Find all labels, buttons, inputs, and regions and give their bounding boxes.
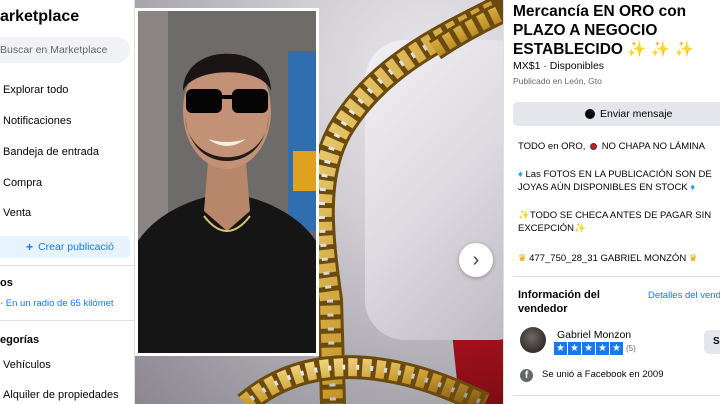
section-divider [513, 276, 720, 277]
create-listing-label: Crear publicació [38, 241, 114, 253]
rating-count: (5) [626, 344, 636, 353]
sidebar-item-buy[interactable]: Compra [0, 172, 134, 194]
crown-icon: ♛ [688, 253, 698, 264]
listing-title: Mercancía EN ORO con PLAZO A NEGOCIO EST… [513, 2, 720, 59]
description-text: Las FOTOS EN LA PUBLICACIÓN SON DE [525, 169, 712, 180]
follow-button[interactable]: Se [704, 330, 720, 354]
description-text: TODO en ORO, [518, 141, 586, 152]
sidebar-item-vehicles[interactable]: Vehículos [0, 354, 134, 376]
send-message-label: Enviar mensaje [600, 108, 673, 120]
description-line: TODO en ORO, NO CHAPA NO LÁMINA [518, 140, 720, 153]
listing-price: MX$1 · Disponibles [513, 60, 605, 72]
star-icon: ★ [568, 342, 581, 355]
sidebar-item-label: Notificaciones [3, 115, 72, 127]
seller-name[interactable]: Gabriel Monzon [557, 329, 631, 341]
section-divider [513, 395, 720, 396]
description-line: ♛ 477_750_28_31 GABRIEL MONZÓN ♛ [518, 252, 720, 265]
description-line: EXCEPCIÓN✨ [518, 222, 720, 235]
sidebar-item-inbox[interactable]: Bandeja de entrada [0, 141, 134, 163]
gem-icon: ♦ [690, 182, 696, 193]
sidebar-item-label: Compra [3, 177, 43, 189]
description-line: ✨TODO SE CHECA ANTES DE PAGAR SIN [518, 209, 720, 222]
bracelet-upper-strand [308, 0, 503, 404]
seller-joined-date: Se unió a Facebook en 2009 [542, 369, 664, 380]
person-portrait-image [138, 11, 316, 353]
search-placeholder: Buscar en Marketplace [0, 44, 108, 56]
star-icon: ★ [582, 342, 595, 355]
crown-icon: ♛ [518, 253, 527, 264]
listing-title-line: PLAZO A NEGOCIO [513, 22, 658, 39]
description-text: EXCEPCIÓN [518, 223, 574, 234]
listing-details-panel: Mercancía EN ORO con PLAZO A NEGOCIO EST… [503, 0, 720, 404]
chevron-right-icon: › [472, 248, 480, 271]
marketplace-sidebar: arketplace Buscar en Marketplace Explora… [0, 0, 135, 404]
seller-avatar[interactable] [520, 327, 546, 353]
sidebar-item-notifications[interactable]: Notificaciones [0, 110, 134, 132]
listing-title-line: Mercancía EN ORO con [513, 3, 687, 20]
description-line: ♦ Las FOTOS EN LA PUBLICACIÓN SON DE [518, 168, 720, 181]
sidebar-divider [0, 320, 134, 321]
listing-photo[interactable]: › [135, 0, 503, 404]
description-text: TODO SE CHECA ANTES DE PAGAR SIN [529, 210, 712, 221]
seller-info-heading: Información del vendedor [518, 289, 600, 315]
facebook-icon: f [520, 369, 533, 382]
sidebar-item-label: Bandeja de entrada [3, 146, 100, 158]
sidebar-title: arketplace [0, 8, 80, 25]
sidebar-item-label: Vehículos [3, 359, 51, 371]
description-line: JOYAS AÚN DISPONIBLES EN STOCK ♦ [518, 181, 720, 194]
description-text: NO CHAPA NO LÁMINA [601, 141, 705, 152]
star-icon: ★ [596, 342, 609, 355]
star-icon: ★ [554, 342, 567, 355]
sparkles-icon: ✨ [573, 223, 586, 234]
sidebar-item-label: Alquiler de propiedades [3, 389, 119, 401]
bracelet-top-strand [428, 2, 503, 60]
listing-title-line: ESTABLECIDO [513, 41, 623, 58]
red-circle-icon [590, 143, 598, 150]
sidebar-item-label: Venta [3, 207, 32, 219]
location-radius-link[interactable]: · En un radio de 65 kilómet [0, 298, 114, 309]
send-message-button[interactable]: Enviar mensaje [513, 102, 720, 126]
bracelet-lower-strand [237, 355, 490, 404]
seller-portrait-photo [135, 8, 319, 356]
sidebar-divider [0, 265, 134, 266]
listing-location: Publicado en León, Gto [513, 76, 602, 86]
next-photo-button[interactable]: › [459, 243, 493, 277]
description-text: JOYAS AÚN DISPONIBLES EN STOCK [518, 182, 688, 193]
description-text: 477_750_28_31 GABRIEL MONZÓN [529, 253, 687, 264]
sparkles-icon: ✨ [518, 210, 530, 221]
search-input[interactable]: Buscar en Marketplace [0, 37, 130, 63]
location-heading: os [0, 277, 13, 289]
seller-details-link[interactable]: Detalles del vend [648, 290, 720, 301]
sidebar-item-property-rentals[interactable]: Alquiler de propiedades [0, 384, 134, 404]
sidebar-item-label: Explorar todo [3, 84, 69, 96]
gem-icon: ♦ [518, 169, 523, 180]
sparkles-icon: ✨ ✨ ✨ [627, 41, 694, 58]
messenger-icon [585, 109, 595, 119]
create-listing-button[interactable]: + Crear publicació [0, 236, 130, 258]
star-icon: ★ [610, 342, 623, 355]
seller-rating: ★ ★ ★ ★ ★ (5) [554, 342, 636, 355]
categories-heading: egorías [0, 334, 40, 346]
plus-icon: + [26, 240, 34, 254]
sidebar-item-sell[interactable]: Venta [0, 202, 134, 224]
sidebar-item-explore[interactable]: Explorar todo [0, 79, 134, 101]
